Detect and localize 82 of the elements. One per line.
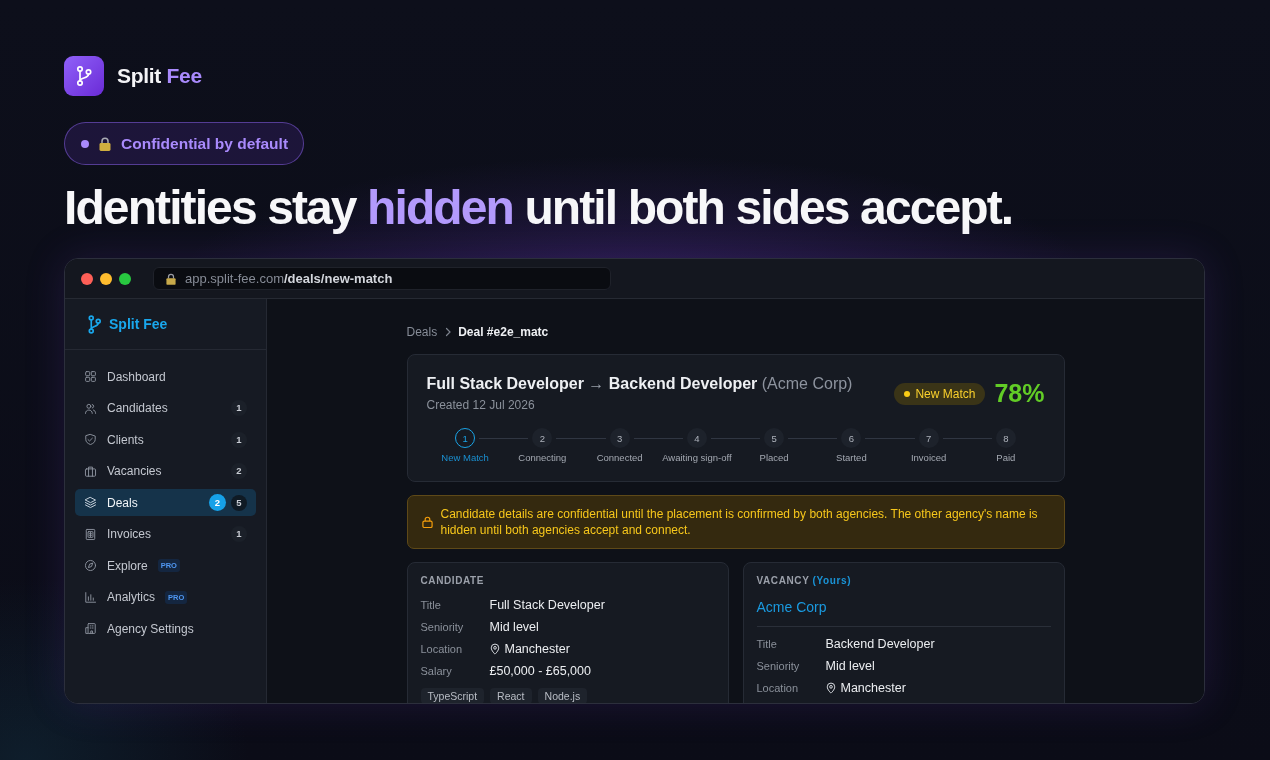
document-icon (84, 527, 97, 541)
sidebar-item[interactable]: Dashboard (75, 363, 256, 390)
sidebar-item[interactable]: Clients 1 (75, 426, 256, 453)
field-value: Mid level (489, 620, 539, 634)
sidebar-item[interactable]: Invoices 1 (75, 520, 256, 548)
field-label: Seniority (756, 660, 801, 672)
field-label: Title (420, 599, 442, 611)
company-link[interactable]: Acme Corp (756, 597, 827, 617)
skill-tag: Node.js (537, 688, 588, 703)
deal-title: Full Stack Developer → Backend Developer (Acme Corp) (426, 374, 853, 394)
card-heading: VACANCY (Yours) (756, 574, 853, 588)
step-label: New Match (441, 452, 489, 464)
field-value: Manchester (840, 681, 906, 695)
sidebar-item[interactable]: Vacancies 2 (75, 457, 256, 485)
match-score: 78% (994, 379, 1045, 408)
count-badge: 1 (231, 400, 247, 416)
field-value: Manchester (504, 642, 570, 656)
address-bar[interactable]: app.split-fee.com/deals/new-match (153, 267, 611, 290)
shield-icon (84, 433, 97, 446)
step-number: 4 (686, 428, 707, 448)
status-dot-icon (904, 390, 911, 397)
layers-icon (84, 496, 97, 509)
lock-icon (421, 516, 433, 528)
field-value: Backend Developer (825, 637, 935, 651)
compass-icon (84, 559, 97, 572)
field-label: Location (420, 643, 464, 655)
zoom-button[interactable] (119, 272, 131, 285)
chevron-right-icon (444, 327, 453, 337)
lock-icon (99, 136, 111, 151)
brand-name: Split Fee (117, 64, 202, 88)
headline: Identities stay hidden until both sides accept. (64, 181, 1013, 234)
skill-tag: React (490, 688, 532, 703)
count-badge: 5 (231, 494, 247, 511)
bar-chart-icon (84, 590, 97, 604)
status-dot-icon (81, 139, 89, 148)
app-name: Split Fee (109, 316, 168, 332)
field-label: Salary (420, 665, 453, 677)
step-label: Paid (996, 452, 1016, 464)
count-badge: 1 (231, 431, 247, 448)
field-value: £50,000 - £65,000 (489, 664, 591, 678)
count-badge: 2 (231, 463, 247, 479)
field-value: Mid level (825, 659, 875, 673)
step-label: Awaiting sign-off (662, 452, 732, 464)
field-label: Seniority (420, 621, 465, 633)
step-label: Started (836, 452, 867, 464)
location-pin-icon (489, 643, 500, 655)
location-pin-icon (825, 682, 836, 694)
sidebar-item[interactable]: Agency Settings (75, 615, 256, 642)
briefcase-icon (84, 464, 97, 478)
step-number: 5 (764, 428, 785, 448)
field-label: Location (756, 682, 800, 694)
alert-message: Candidate details are confidential until the placement is confirmed by both agencies. The other agency's name is hidden until both agencies accept and connect. (440, 506, 1039, 538)
lock-icon (166, 272, 176, 285)
skill-tag: TypeScript (420, 688, 485, 703)
step-number: 8 (995, 428, 1016, 448)
step-label: Connecting (518, 452, 567, 464)
field-label: Title (756, 638, 778, 650)
step-number: 7 (918, 428, 939, 448)
breadcrumb-current: Deal #e2e_matc (458, 325, 549, 339)
card-heading: CANDIDATE (420, 574, 486, 588)
step-label: Invoiced (910, 452, 947, 464)
breadcrumb-link[interactable]: Deals (406, 325, 438, 339)
layout-grid-icon (84, 370, 97, 383)
count-badge: 1 (231, 526, 247, 542)
users-icon (84, 401, 97, 415)
notification-badge: 2 (209, 494, 226, 511)
badge-label: Confidential by default (121, 134, 289, 153)
field-value: Full Stack Developer (489, 598, 605, 612)
close-button[interactable] (81, 272, 93, 285)
step-number: 6 (841, 428, 862, 448)
status-label: New Match (915, 386, 976, 401)
step-label: Placed (759, 452, 789, 464)
step-number: 2 (532, 428, 553, 448)
branch-logo-icon (64, 56, 104, 96)
sidebar-item[interactable]: Deals 2 5 (75, 489, 256, 516)
sidebar-item[interactable]: Candidates 1 (75, 394, 256, 422)
step-label: Connected (596, 452, 643, 464)
branch-logo-icon (88, 314, 101, 334)
building-icon (84, 622, 97, 635)
step-number: 3 (609, 428, 630, 448)
created-date: Created 12 Jul 2026 (426, 398, 536, 413)
minimize-button[interactable] (100, 272, 112, 285)
